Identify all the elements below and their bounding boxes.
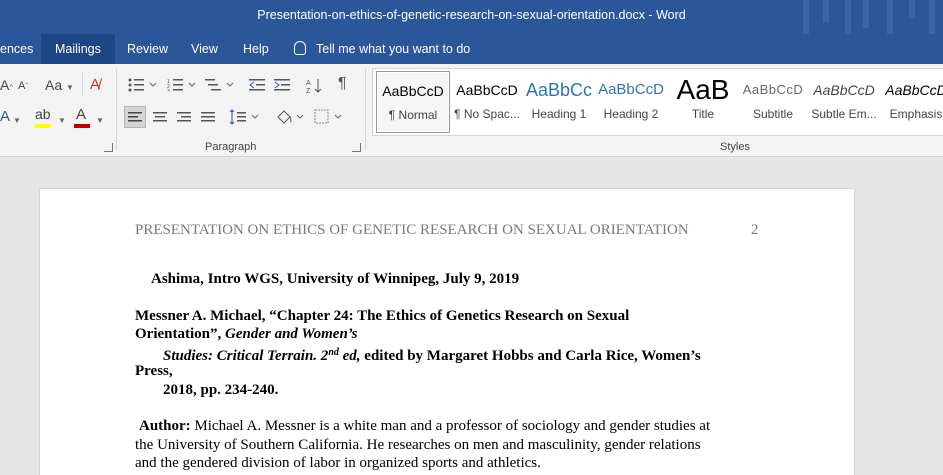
svg-text:Z: Z (306, 88, 311, 94)
paragraph-dialog-launcher[interactable] (352, 143, 361, 152)
borders-button[interactable] (312, 107, 344, 130)
increase-indent-icon (274, 79, 290, 91)
author-line: Ashima, Intro WGS, University of Winnipe… (151, 271, 520, 287)
decrease-indent-button[interactable] (249, 78, 267, 95)
style-preview: AaBbCc (525, 80, 593, 100)
shrink-font-button[interactable]: Aˇ (18, 80, 28, 92)
line-spacing-button[interactable] (229, 107, 261, 130)
style-normal[interactable]: AaBbCcD ¶ Normal (376, 71, 450, 133)
sort-button[interactable]: AZ (306, 78, 322, 97)
justify-button[interactable] (198, 107, 218, 130)
style-name: Title (691, 107, 715, 121)
title-bar: Presentation-on-ethics-of-genetic-resear… (0, 0, 943, 34)
style-heading-2[interactable]: AaBbCcD Heading 2 (594, 71, 668, 133)
style-preview: AaBbCcD (885, 82, 943, 98)
author-para-line-3: and the gendered division of labor in or… (135, 455, 541, 471)
shading-button[interactable] (274, 107, 306, 130)
numbering-button[interactable]: 123 (167, 78, 197, 95)
style-preview: AaBbCcD (813, 82, 875, 98)
document-page[interactable]: PRESENTATION ON ETHICS OF GENETIC RESEAR… (40, 189, 854, 475)
author-para-line-1: Author: Michael A. Messner is a white ma… (139, 418, 711, 434)
style-name: Heading 1 (531, 107, 587, 121)
styles-gallery: AaBbCcD ¶ Normal AaBbCcD ¶ No Spac... Aa… (372, 68, 943, 136)
bullets-icon (128, 78, 157, 92)
citation-line-1: Messner A. Michael, “Chapter 24: The Eth… (135, 308, 630, 324)
align-center-icon (153, 112, 167, 122)
shading-icon (277, 110, 304, 124)
multilevel-list-button[interactable] (205, 78, 235, 95)
ribbon-tabs: ences Mailings Review View Help Tell me … (0, 34, 943, 64)
align-left-button[interactable] (124, 106, 146, 128)
numbering-icon: 123 (167, 79, 196, 95)
font-dialog-launcher[interactable] (104, 143, 113, 152)
style-preview: AaBbCcD (456, 82, 518, 98)
tab-review[interactable]: Review (113, 34, 182, 64)
style-preview: AaBbCcD (742, 82, 804, 97)
style-preview: AaB (676, 74, 730, 105)
justify-icon (201, 112, 215, 122)
tab-help[interactable]: Help (229, 34, 283, 64)
style-subtitle[interactable]: AaBbCcD Subtitle (736, 71, 810, 133)
citation-line-3: Studies: Critical Terrain. 2nd ed, edite… (163, 347, 701, 364)
highlight-color-swatch (35, 124, 51, 128)
divider (116, 68, 117, 150)
divider (365, 68, 366, 150)
style-subtle-emphasis[interactable]: AaBbCcD Subtle Em... (807, 71, 881, 133)
style-preview: AaBbCcD (382, 83, 444, 99)
style-title[interactable]: AaB Title (666, 71, 740, 133)
change-case-button[interactable]: Aa ▼ (45, 77, 74, 93)
svg-text:3: 3 (167, 89, 170, 92)
text-effects-icon[interactable]: A (0, 108, 10, 125)
align-right-icon (177, 112, 191, 122)
ribbon: A^ Aˇ Aa ▼ A̸ A ▼ ab ▼ A ▼ 123 AZ ¶ Para… (0, 64, 943, 157)
line-spacing-icon (229, 109, 259, 125)
tab-mailings[interactable]: Mailings (41, 34, 115, 64)
font-color-icon[interactable]: A (76, 106, 86, 123)
running-head: PRESENTATION ON ETHICS OF GENETIC RESEAR… (135, 222, 689, 238)
tab-view[interactable]: View (177, 34, 232, 64)
style-no-spacing[interactable]: AaBbCcD ¶ No Spac... (450, 71, 524, 133)
style-name: ¶ Normal (388, 108, 438, 122)
show-formatting-button[interactable]: ¶ (338, 75, 347, 93)
align-center-button[interactable] (150, 107, 170, 130)
page-number: 2 (751, 222, 759, 238)
style-name: Heading 2 (603, 107, 659, 121)
citation-line-4: Press, (135, 363, 173, 379)
multilevel-list-icon (205, 79, 234, 91)
text-effects-dropdown[interactable]: ▼ (13, 111, 21, 126)
style-name: Subtle Em... (811, 107, 877, 121)
tell-me-search[interactable]: Tell me what you want to do (294, 34, 470, 64)
decrease-indent-icon (249, 79, 265, 91)
sort-icon: AZ (306, 79, 322, 95)
citation-line-5: 2018, pp. 234-240. (163, 382, 279, 398)
font-color-dropdown[interactable]: ▼ (96, 111, 104, 126)
style-name: Subtitle (752, 107, 794, 121)
borders-icon (314, 109, 342, 124)
style-name: ¶ No Spac... (454, 107, 520, 121)
font-color-swatch (74, 124, 90, 128)
divider (82, 72, 83, 96)
bullets-button[interactable] (128, 78, 158, 95)
paragraph-group-label: Paragraph (205, 141, 257, 153)
clear-formatting-icon[interactable]: A̸ (90, 76, 100, 93)
style-name: Emphasis (889, 107, 943, 121)
align-right-button[interactable] (174, 107, 194, 130)
grow-font-button[interactable]: A^ (0, 77, 13, 93)
style-heading-1[interactable]: AaBbCc Heading 1 (522, 71, 596, 133)
increase-indent-button[interactable] (274, 78, 292, 95)
tell-me-label: Tell me what you want to do (316, 42, 471, 56)
author-para-line-2: the University of Southern California. H… (135, 437, 701, 453)
styles-group-label: Styles (720, 141, 750, 153)
highlight-dropdown[interactable]: ▼ (58, 111, 66, 126)
svg-text:A: A (306, 80, 311, 87)
citation-line-2: Orientation”, Gender and Women’s (135, 326, 358, 342)
style-emphasis[interactable]: AaBbCcD Emphasis (879, 71, 943, 133)
lightbulb-icon (294, 41, 306, 55)
align-left-icon (128, 112, 142, 122)
style-preview: AaBbCcD (598, 81, 664, 98)
titlebar-decoration (783, 0, 943, 34)
highlight-icon[interactable]: ab (35, 106, 51, 122)
